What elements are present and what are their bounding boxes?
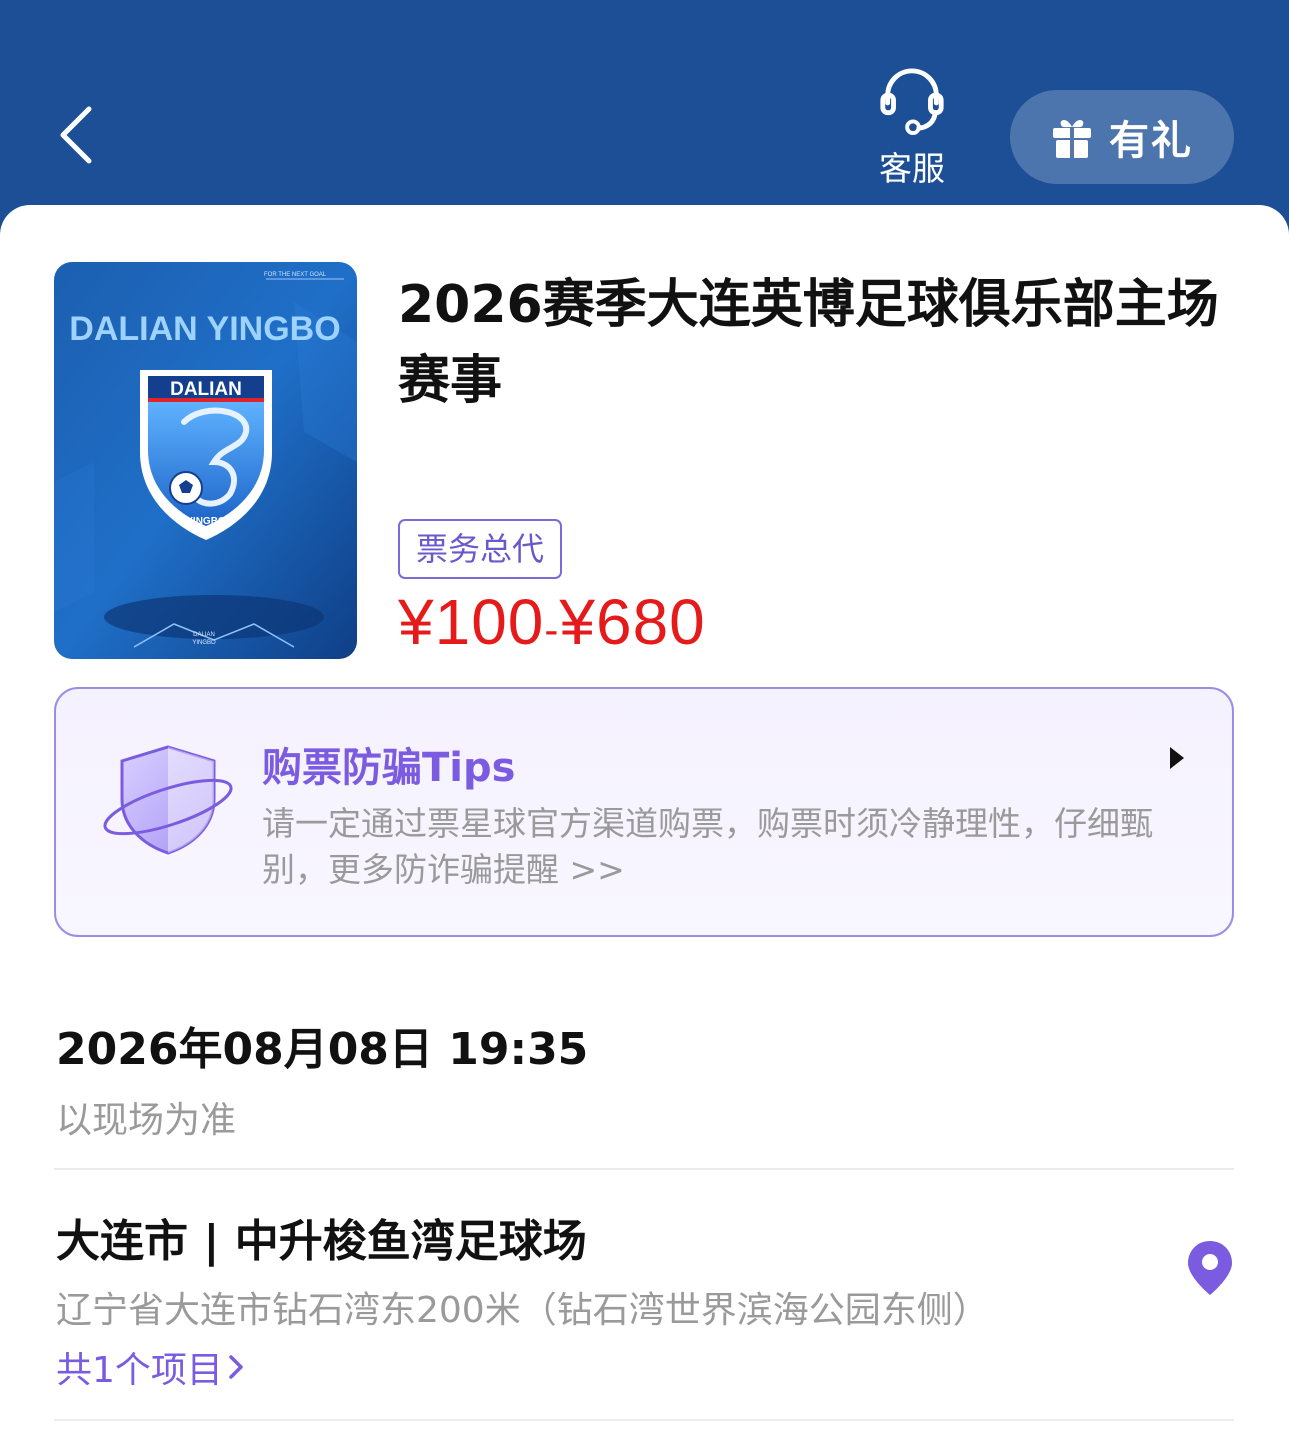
venue-name: 大连市 | 中升梭鱼湾足球场 xyxy=(56,1216,587,1267)
headset-icon xyxy=(880,68,944,136)
anti-fraud-tips-banner[interactable]: 购票防骗Tips 请一定通过票星球官方渠道购票，购票时须冷静理性，仔细甄别，更多… xyxy=(54,687,1234,937)
location-pin-icon[interactable] xyxy=(1184,1239,1236,1297)
poster-footer-line2: YINGBO xyxy=(192,640,216,646)
price-low: ¥100 xyxy=(398,586,545,658)
datetime-note: 以现场为准 xyxy=(56,1100,237,1141)
gift-button[interactable]: 有礼 xyxy=(1010,90,1234,184)
venue-address: 辽宁省大连市钻石湾东200米（钻石湾世界滨海公园东侧） xyxy=(56,1290,989,1331)
chevron-left-icon xyxy=(60,106,92,164)
back-button[interactable] xyxy=(40,95,110,175)
caret-right-icon xyxy=(1170,747,1184,769)
poster-footer-line1: DALIAN xyxy=(193,632,215,638)
event-poster[interactable]: FOR THE NEXT GOAL DALIAN YINGBO DALIAN Y… xyxy=(54,262,357,659)
customer-service-label: 客服 xyxy=(879,149,945,188)
tips-title: 购票防骗Tips xyxy=(262,745,516,791)
poster-team-name: DALIAN YINGBO xyxy=(69,310,340,348)
customer-service-button[interactable]: 客服 xyxy=(862,66,962,190)
event-title: 2026赛季大连英博足球俱乐部主场赛事 xyxy=(398,275,1219,411)
shield-icon xyxy=(103,745,233,855)
venue-projects-link[interactable]: 共1个项目 xyxy=(56,1341,245,1393)
poster-tagline: FOR THE NEXT GOAL xyxy=(264,272,327,278)
divider xyxy=(54,1168,1234,1170)
gift-icon xyxy=(1053,120,1091,158)
chevron-right-icon xyxy=(229,1355,243,1379)
poster-crest-year: 2021 xyxy=(198,529,214,536)
price-high: ¥680 xyxy=(559,586,706,658)
gift-label: 有礼 xyxy=(1109,118,1193,164)
venue-projects-label: 共1个项目 xyxy=(56,1350,223,1391)
event-datetime: 2026年08月08日 19:35 xyxy=(56,1024,589,1075)
poster-crest-top: DALIAN xyxy=(170,379,242,400)
divider xyxy=(54,1419,1234,1421)
tips-text: 请一定通过票星球官方渠道购票，购票时须冷静理性，仔细甄别，更多防诈骗提醒 >> xyxy=(262,804,1153,889)
event-card: FOR THE NEXT GOAL DALIAN YINGBO DALIAN Y… xyxy=(0,205,1289,1441)
poster-crest-bottom: YINGBO xyxy=(186,516,226,527)
ticket-agent-badge: 票务总代 xyxy=(398,519,563,579)
price-range: ¥100-¥680 xyxy=(398,585,706,659)
price-separator: - xyxy=(544,606,560,653)
